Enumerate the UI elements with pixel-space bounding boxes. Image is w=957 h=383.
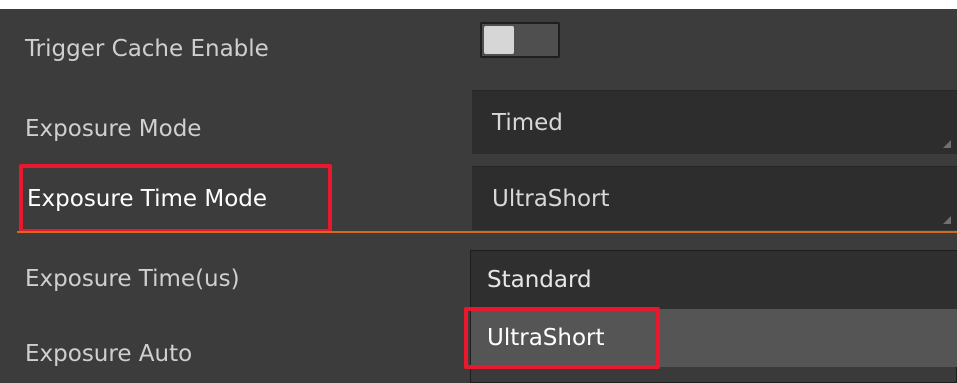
trigger-cache-enable-label: Trigger Cache Enable [25,36,269,62]
exposure-auto-label: Exposure Auto [25,341,193,367]
exposure-time-mode-select[interactable]: UltraShort [472,166,957,230]
exposure-time-mode-highlight [19,164,332,233]
dropdown-option-standard[interactable]: Standard [471,251,957,309]
resize-grip-icon [943,140,951,148]
exposure-time-mode-value: UltraShort [492,185,610,212]
trigger-cache-enable-toggle[interactable] [480,22,560,58]
toggle-knob [484,26,514,54]
row-trigger-cache-enable: Trigger Cache Enable [0,9,957,89]
ultrashort-option-highlight [464,307,660,369]
exposure-mode-value: Timed [492,109,563,136]
exposure-mode-select[interactable]: Timed [472,90,957,154]
resize-grip-icon [943,216,951,224]
exposure-time-label: Exposure Time(us) [25,266,240,292]
exposure-mode-label: Exposure Mode [25,116,202,142]
property-panel: Trigger Cache Enable Exposure Mode Timed… [0,9,957,383]
row-separator [17,231,957,233]
